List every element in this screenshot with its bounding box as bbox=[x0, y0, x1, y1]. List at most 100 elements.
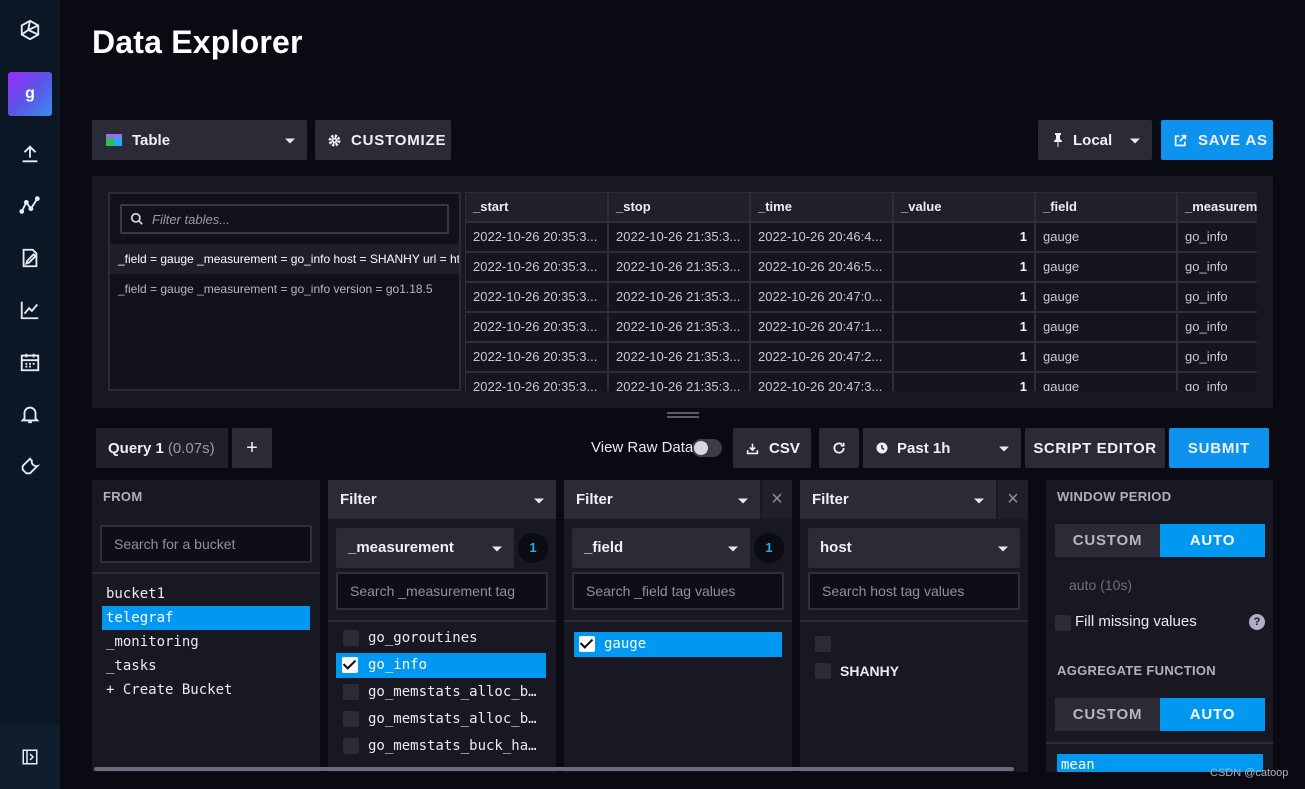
help-icon[interactable]: ? bbox=[1249, 614, 1265, 630]
table-cell: 2022-10-26 20:47:3... bbox=[750, 372, 893, 391]
column-header[interactable]: _value bbox=[893, 192, 1035, 222]
table-cell: 2022-10-26 20:35:3... bbox=[465, 282, 608, 312]
graph-icon[interactable] bbox=[0, 186, 60, 226]
table-item[interactable]: _field = gauge _measurement = go_info ve… bbox=[110, 274, 459, 304]
bucket-item-selected[interactable]: telegraf bbox=[102, 606, 310, 630]
tag-value-row-selected[interactable]: gauge bbox=[574, 632, 782, 657]
table-cell: 2022-10-26 20:47:1... bbox=[750, 312, 893, 342]
notebook-icon[interactable] bbox=[0, 238, 60, 278]
tag-value-row[interactable] bbox=[808, 632, 1018, 657]
time-range-dropdown[interactable]: Past 1h bbox=[863, 428, 1021, 468]
table-cell: go_info bbox=[1177, 312, 1257, 342]
tag-search-input[interactable]: Search _measurement tag bbox=[336, 572, 548, 610]
checkbox-checked[interactable] bbox=[342, 657, 358, 673]
checkbox[interactable] bbox=[343, 711, 359, 727]
gear-icon bbox=[328, 134, 341, 146]
chart-line-icon[interactable] bbox=[0, 290, 60, 330]
divider bbox=[92, 572, 320, 574]
table-cell: 1 bbox=[893, 222, 1035, 252]
tag-key-dropdown[interactable]: _field bbox=[572, 528, 750, 568]
tag-value-row-selected[interactable]: go_info bbox=[336, 653, 546, 678]
script-editor-button[interactable]: SCRIPT EDITOR bbox=[1025, 428, 1165, 468]
from-title: FROM bbox=[103, 489, 143, 504]
tag-search-input[interactable]: Search _field tag values bbox=[572, 572, 784, 610]
checkbox[interactable] bbox=[815, 636, 831, 652]
bell-icon[interactable] bbox=[0, 394, 60, 434]
selected-count-badge: 1 bbox=[754, 533, 784, 563]
checkbox[interactable] bbox=[815, 663, 831, 679]
bucket-item[interactable]: _tasks bbox=[102, 654, 310, 678]
resize-handle[interactable] bbox=[667, 412, 699, 418]
aggregate-custom-button[interactable]: CUSTOM bbox=[1055, 698, 1160, 731]
tag-value-row[interactable]: go_memstats_alloc_b… bbox=[336, 707, 546, 732]
fill-missing-checkbox-row[interactable]: Fill missing values bbox=[1055, 613, 1255, 633]
watermark: CSDN @catoop bbox=[1210, 767, 1289, 779]
horizontal-scrollbar[interactable] bbox=[94, 767, 1014, 771]
influx-logo-icon[interactable] bbox=[0, 10, 60, 50]
visualization-type-dropdown[interactable]: Table bbox=[92, 120, 307, 160]
divider bbox=[800, 620, 1028, 622]
close-icon[interactable]: × bbox=[998, 480, 1028, 519]
customize-button[interactable]: CUSTOMIZE bbox=[315, 120, 451, 160]
upload-icon[interactable] bbox=[0, 134, 60, 174]
csv-button[interactable]: CSV bbox=[733, 428, 811, 468]
checkbox[interactable] bbox=[343, 684, 359, 700]
column-header[interactable]: _field bbox=[1035, 192, 1177, 222]
timezone-dropdown[interactable]: Local bbox=[1038, 120, 1152, 160]
checkbox-checked[interactable] bbox=[579, 636, 595, 652]
chevron-down-icon bbox=[999, 446, 1009, 452]
table-cell: 2022-10-26 20:47:0... bbox=[750, 282, 893, 312]
tag-value-row[interactable]: go_memstats_alloc_b… bbox=[336, 680, 546, 705]
table-cell: 2022-10-26 21:35:3... bbox=[608, 222, 750, 252]
column-header[interactable]: _start bbox=[465, 192, 608, 222]
filter-tables-input[interactable]: Filter tables... bbox=[120, 204, 449, 234]
close-icon[interactable]: × bbox=[762, 480, 792, 519]
bucket-search-input[interactable]: Search for a bucket bbox=[100, 525, 312, 563]
add-query-button[interactable]: + bbox=[232, 428, 272, 468]
bucket-item[interactable]: _monitoring bbox=[102, 630, 310, 654]
filter-function-dropdown[interactable]: Filter bbox=[564, 480, 760, 519]
checkbox[interactable] bbox=[343, 630, 359, 646]
view-raw-data-toggle[interactable] bbox=[692, 439, 722, 457]
tag-search-input[interactable]: Search host tag values bbox=[808, 572, 1020, 610]
export-icon bbox=[1174, 134, 1187, 146]
table-cell: gauge bbox=[1035, 312, 1177, 342]
filter-function-dropdown[interactable]: Filter bbox=[800, 480, 996, 519]
tag-key-label: host bbox=[820, 539, 852, 556]
query-tab[interactable]: Query 1 (0.07s) bbox=[96, 428, 228, 468]
submit-button[interactable]: SUBMIT bbox=[1169, 428, 1269, 468]
bucket-item[interactable]: bucket1 bbox=[102, 582, 310, 606]
org-avatar[interactable]: g bbox=[8, 72, 52, 116]
tag-key-label: _measurement bbox=[348, 539, 454, 556]
divider bbox=[1046, 742, 1273, 744]
table-cell: 2022-10-26 21:35:3... bbox=[608, 312, 750, 342]
refresh-icon bbox=[833, 442, 845, 454]
window-custom-button[interactable]: CUSTOM bbox=[1055, 524, 1160, 557]
table-cell: go_info bbox=[1177, 282, 1257, 312]
checkbox[interactable] bbox=[1055, 615, 1071, 631]
save-as-button[interactable]: SAVE AS bbox=[1161, 120, 1273, 160]
checkbox[interactable] bbox=[343, 738, 359, 754]
tag-value-row[interactable]: go_memstats_buck_ha… bbox=[336, 734, 546, 759]
create-bucket-item[interactable]: + Create Bucket bbox=[102, 678, 310, 702]
aggregate-function-title: AGGREGATE FUNCTION bbox=[1057, 663, 1216, 678]
column-header[interactable]: _measurement bbox=[1177, 192, 1257, 222]
save-as-label: SAVE AS bbox=[1198, 131, 1268, 149]
column-header[interactable]: _stop bbox=[608, 192, 750, 222]
tag-value-row[interactable]: SHANHY bbox=[808, 659, 1018, 684]
table-item[interactable]: _field = gauge _measurement = go_info ho… bbox=[110, 244, 459, 274]
calendar-icon[interactable] bbox=[0, 342, 60, 382]
tag-key-dropdown[interactable]: _measurement bbox=[336, 528, 514, 568]
window-auto-button[interactable]: AUTO bbox=[1160, 524, 1265, 557]
tag-key-dropdown[interactable]: host bbox=[808, 528, 1020, 568]
filter-function-dropdown[interactable]: Filter bbox=[328, 480, 556, 519]
tables-list: Filter tables... _field = gauge _measure… bbox=[108, 192, 461, 391]
tag-value-row[interactable]: go_goroutines bbox=[336, 626, 546, 651]
expand-sidebar-icon[interactable] bbox=[0, 725, 60, 789]
refresh-button[interactable] bbox=[819, 428, 859, 468]
filter-header-label: Filter bbox=[576, 491, 613, 508]
time-range-label: Past 1h bbox=[897, 439, 951, 457]
aggregate-auto-button[interactable]: AUTO bbox=[1160, 698, 1265, 731]
wrench-icon[interactable] bbox=[0, 446, 60, 486]
column-header[interactable]: _time bbox=[750, 192, 893, 222]
